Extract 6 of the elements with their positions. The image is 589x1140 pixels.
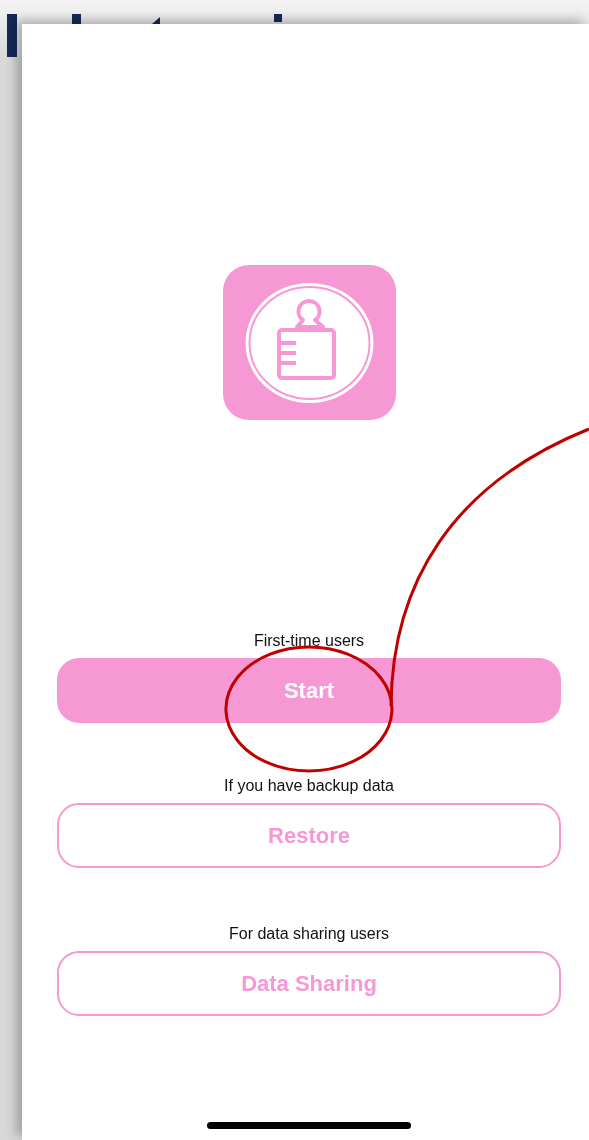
section-caption: If you have backup data <box>224 777 394 795</box>
action-button[interactable]: Restore <box>57 803 561 868</box>
section-caption: First-time users <box>253 632 365 650</box>
action-button[interactable]: Start <box>57 658 561 723</box>
action-button[interactable]: Data Sharing <box>57 951 561 1016</box>
section-caption: For data sharing users <box>228 925 390 943</box>
